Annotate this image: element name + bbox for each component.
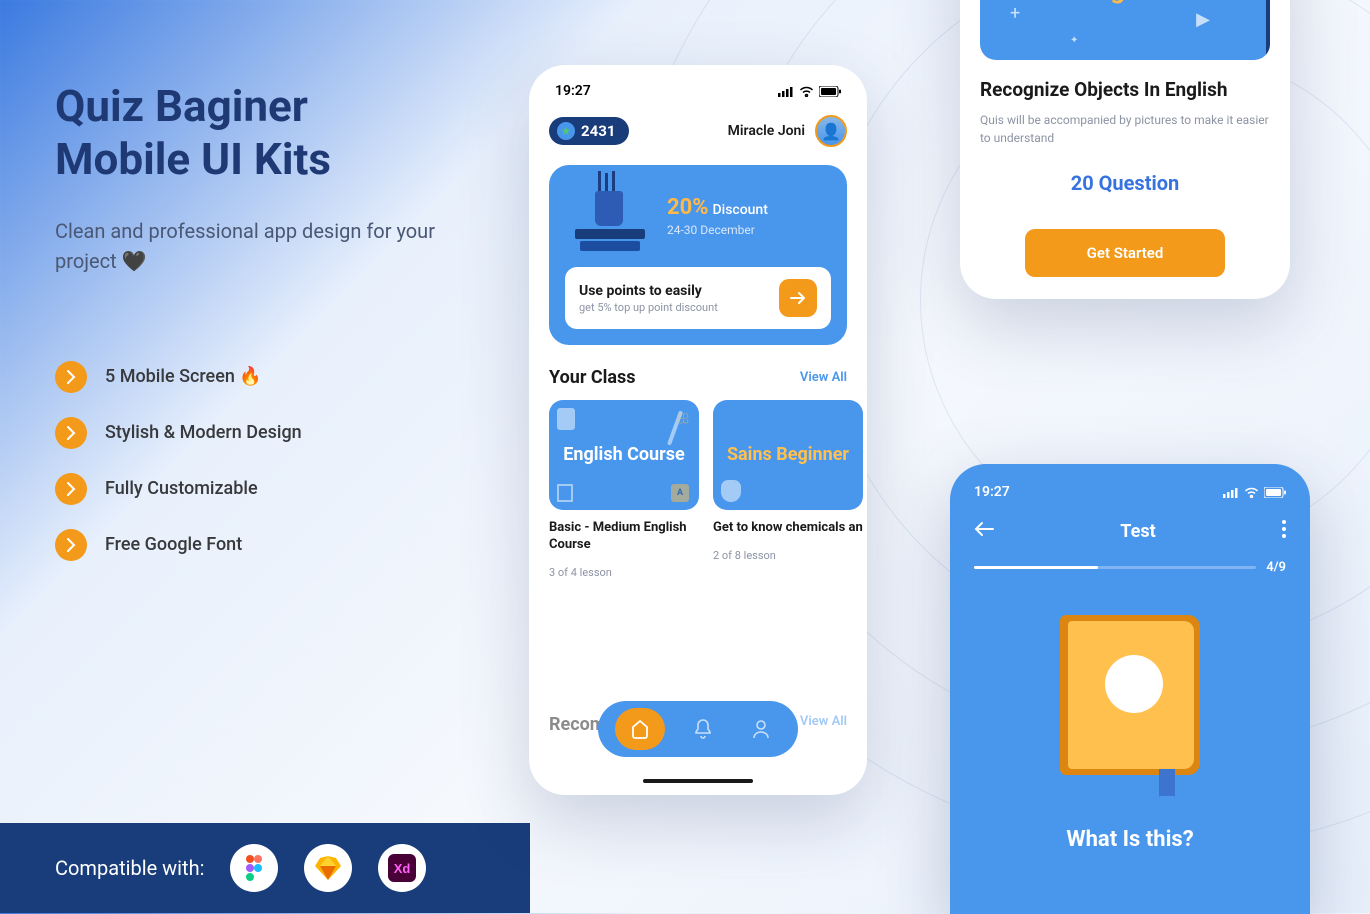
- arrow-right-icon[interactable]: [779, 279, 817, 317]
- nav-profile[interactable]: [741, 719, 781, 739]
- book-illustration: [1060, 615, 1200, 785]
- bell-icon: [694, 719, 712, 739]
- nav-notifications[interactable]: [683, 719, 723, 739]
- more-button[interactable]: [1282, 520, 1286, 542]
- feature-item: Fully Customizable: [55, 473, 485, 505]
- svg-text:Xd: Xd: [394, 861, 411, 876]
- class-card[interactable]: ஐ A English Course Basic - Medium Englis…: [549, 400, 699, 579]
- question-text: What Is this?: [974, 827, 1286, 852]
- phone-detail: Baginer + ✦ ▶ Recognize Objects In Engli…: [960, 0, 1290, 299]
- status-time: 19:27: [555, 83, 591, 99]
- chevron-right-icon: [55, 529, 87, 561]
- figma-icon: [230, 844, 278, 892]
- question-count: 20 Question: [980, 171, 1270, 195]
- feature-item: Stylish & Modern Design: [55, 417, 485, 449]
- status-time: 19:27: [974, 484, 1010, 500]
- signal-icon: [1223, 487, 1239, 498]
- status-bar: 19:27: [549, 83, 847, 99]
- bottom-nav: [598, 701, 798, 757]
- feature-item: 5 Mobile Screen 🔥: [55, 361, 485, 393]
- progress-bar: 4/9: [974, 560, 1286, 575]
- compatible-footer: Compatible with: Xd: [0, 823, 530, 913]
- page-title: Test: [994, 521, 1282, 542]
- phone-home: 19:27 ★ 2431 Miracle Joni 👤 20% Discount…: [529, 65, 867, 795]
- get-started-button[interactable]: Get Started: [1025, 229, 1225, 277]
- avatar: 👤: [815, 115, 847, 147]
- chevron-right-icon: [55, 361, 87, 393]
- hero-subtitle: Clean and professional app design for yo…: [55, 216, 485, 276]
- class-card[interactable]: Sains Beginner Get to know chemicals and…: [713, 400, 863, 579]
- chevron-right-icon: [55, 473, 87, 505]
- back-button[interactable]: [974, 521, 994, 541]
- status-bar: 19:27: [974, 484, 1286, 500]
- home-indicator: [643, 779, 753, 783]
- section-title: Your Class: [549, 367, 636, 388]
- battery-icon: [819, 86, 841, 97]
- wifi-icon: [799, 86, 814, 97]
- promo-illustration: [565, 181, 655, 251]
- chevron-right-icon: [55, 417, 87, 449]
- hero-title: Quiz BaginerMobile UI Kits: [55, 80, 485, 186]
- star-icon: ★: [557, 122, 575, 140]
- sketch-icon: [304, 844, 352, 892]
- points-badge[interactable]: ★ 2431: [549, 117, 629, 145]
- detail-description: Quis will be accompanied by pictures to …: [980, 111, 1270, 147]
- arrow-left-icon: [974, 521, 994, 537]
- nav-home[interactable]: [615, 708, 665, 750]
- signal-icon: [778, 86, 794, 97]
- promo-cta-card[interactable]: Use points to easily get 5% top up point…: [565, 267, 831, 329]
- detail-hero: Baginer + ✦ ▶: [980, 0, 1270, 60]
- phone-quiz: 19:27 Test 4/9 What Is this?: [950, 464, 1310, 914]
- footer-label: Compatible with:: [55, 856, 204, 880]
- user-profile[interactable]: Miracle Joni 👤: [728, 115, 847, 147]
- status-icons: [1223, 487, 1286, 498]
- feature-item: Free Google Font: [55, 529, 485, 561]
- view-all-link[interactable]: View All: [800, 714, 847, 735]
- detail-title: Recognize Objects In English: [980, 78, 1270, 103]
- wifi-icon: [1244, 487, 1259, 498]
- user-icon: [752, 719, 770, 739]
- status-icons: [778, 86, 841, 97]
- home-icon: [630, 719, 650, 739]
- view-all-link[interactable]: View All: [800, 370, 847, 385]
- xd-icon: Xd: [378, 844, 426, 892]
- promo-banner: 20% Discount 24-30 December Use points t…: [549, 165, 847, 345]
- feature-list: 5 Mobile Screen 🔥 Stylish & Modern Desig…: [55, 361, 485, 561]
- hero-panel: Quiz BaginerMobile UI Kits Clean and pro…: [55, 80, 485, 585]
- more-vertical-icon: [1282, 520, 1286, 538]
- battery-icon: [1264, 487, 1286, 498]
